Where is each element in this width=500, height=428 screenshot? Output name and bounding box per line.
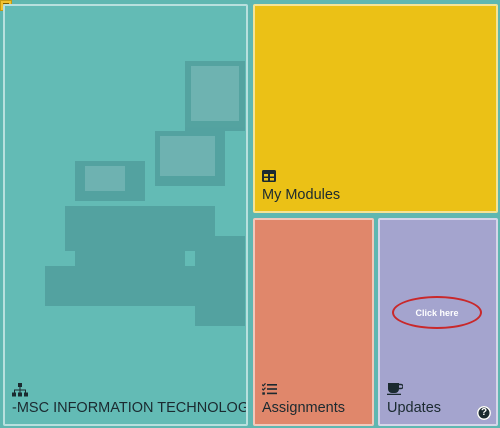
click-here-annotation[interactable]: Click here	[392, 296, 482, 329]
help-icon[interactable]: ?	[477, 406, 491, 420]
assignments-tile[interactable]: Assignments	[253, 218, 374, 426]
my-modules-label: My Modules	[262, 187, 341, 203]
click-here-label: Click here	[415, 307, 459, 318]
my-modules-tile[interactable]: My Modules	[253, 4, 498, 213]
coffee-cup-icon	[387, 383, 403, 395]
background-photo	[45, 61, 245, 326]
tasks-checklist-icon	[262, 383, 277, 395]
updates-tile[interactable]: Click here Updates ?	[378, 218, 498, 426]
assignments-label: Assignments	[262, 400, 346, 416]
table-icon	[262, 170, 276, 182]
sitemap-icon	[12, 383, 28, 397]
course-title: -MSC INFORMATION TECHNOLOGY	[12, 400, 248, 416]
help-symbol: ?	[480, 407, 488, 418]
course-tile[interactable]: -MSC INFORMATION TECHNOLOGY	[3, 4, 248, 426]
updates-label: Updates	[387, 400, 442, 416]
